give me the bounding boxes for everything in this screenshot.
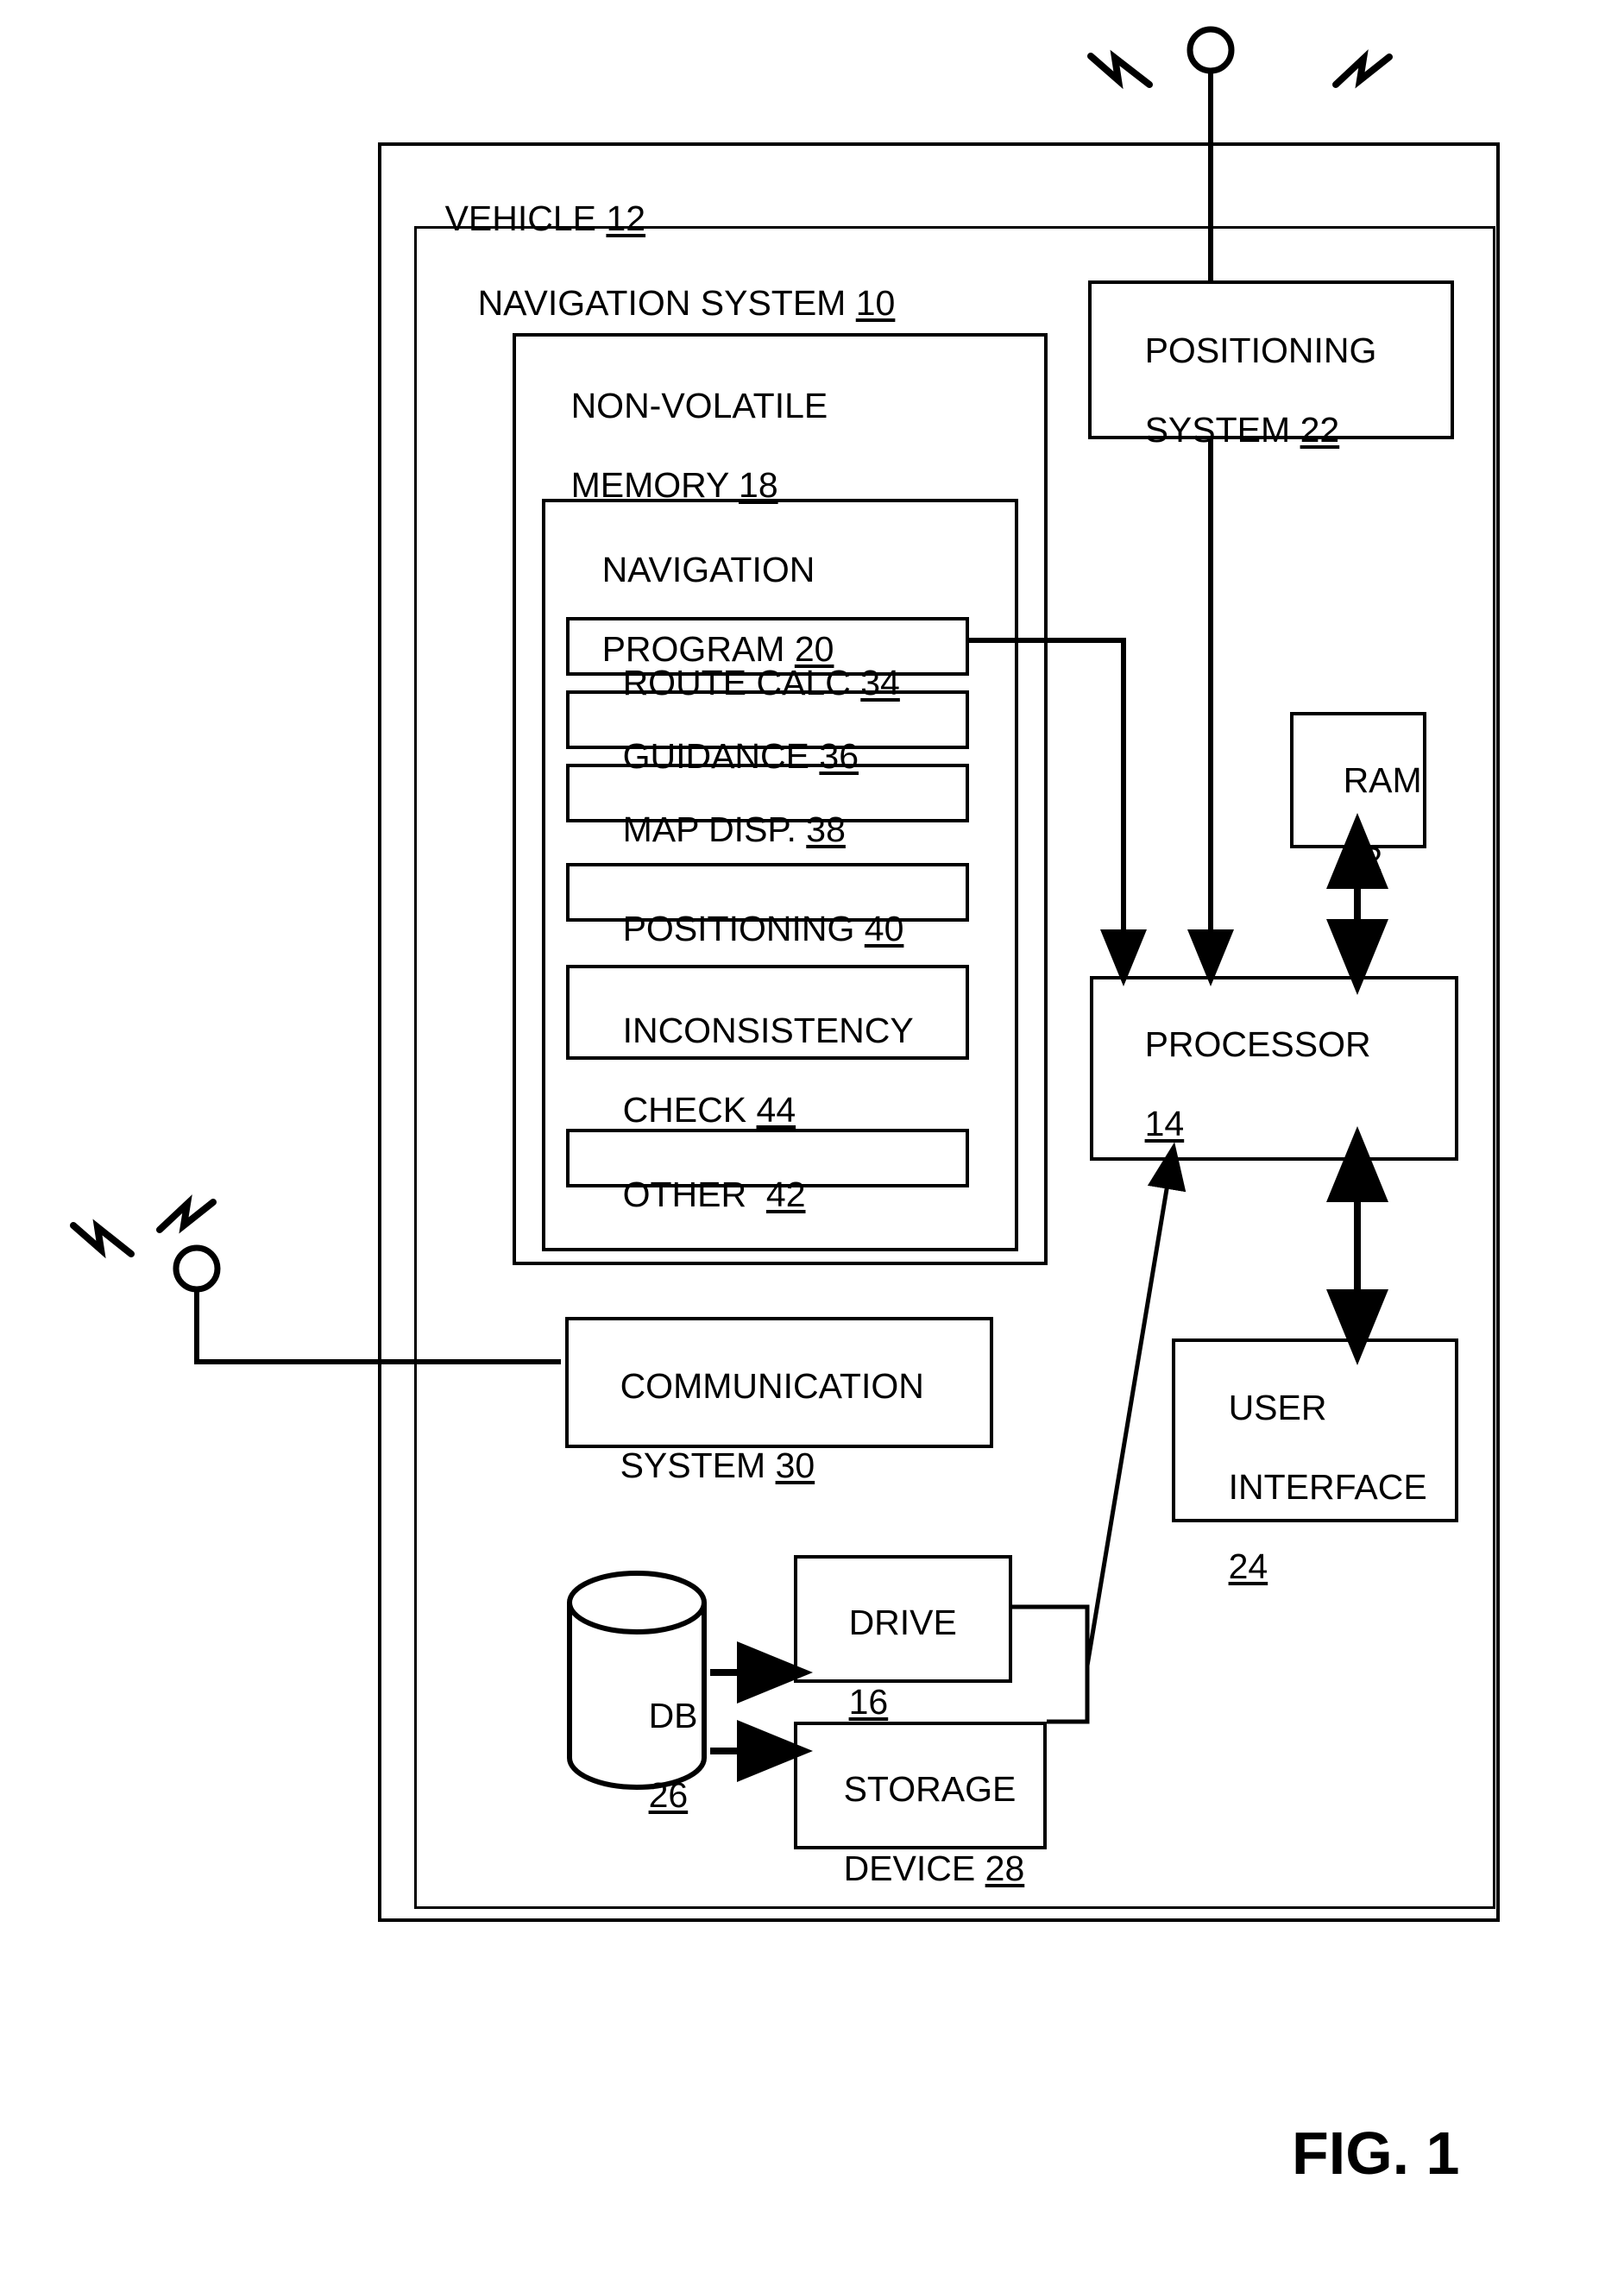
module-map-disp-ref: 38 (806, 809, 846, 849)
user-interface-label: USER INTERFACE 24 (1228, 1387, 1427, 1586)
communication-system-ref: 30 (775, 1445, 815, 1485)
module-other-ref: 42 (765, 1174, 806, 1214)
communication-system-label: COMMUNICATION SYSTEM 30 (620, 1365, 924, 1485)
processor-ref: 14 (1144, 1103, 1185, 1143)
processor-label: PROCESSOR 14 (1144, 1023, 1371, 1143)
navigation-system-ref: 10 (855, 282, 896, 323)
database-ref: 26 (648, 1774, 689, 1815)
ram-ref: 32 (1343, 839, 1383, 879)
module-inconsistency-check-ref: 44 (756, 1089, 796, 1130)
module-positioning-ref: 40 (864, 908, 904, 948)
storage-device-ref: 28 (985, 1848, 1025, 1888)
database-label: DB 26 (648, 1695, 698, 1815)
positioning-system-label: POSITIONING SYSTEM 22 (1144, 330, 1377, 450)
drive-ref: 16 (848, 1681, 889, 1722)
storage-device-label: STORAGE DEVICE 28 (843, 1768, 1025, 1888)
user-interface-ref: 24 (1228, 1546, 1268, 1586)
ram-label: RAM 32 (1343, 759, 1422, 879)
figure-caption: FIG. 1 (1292, 2119, 1460, 2187)
module-other-label: OTHER 42 (622, 1174, 806, 1214)
figure-canvas: VEHICLE 12 NAVIGATION SYSTEM 10 NON-VOLA… (0, 0, 1624, 2280)
positioning-system-ref: 22 (1300, 409, 1340, 450)
